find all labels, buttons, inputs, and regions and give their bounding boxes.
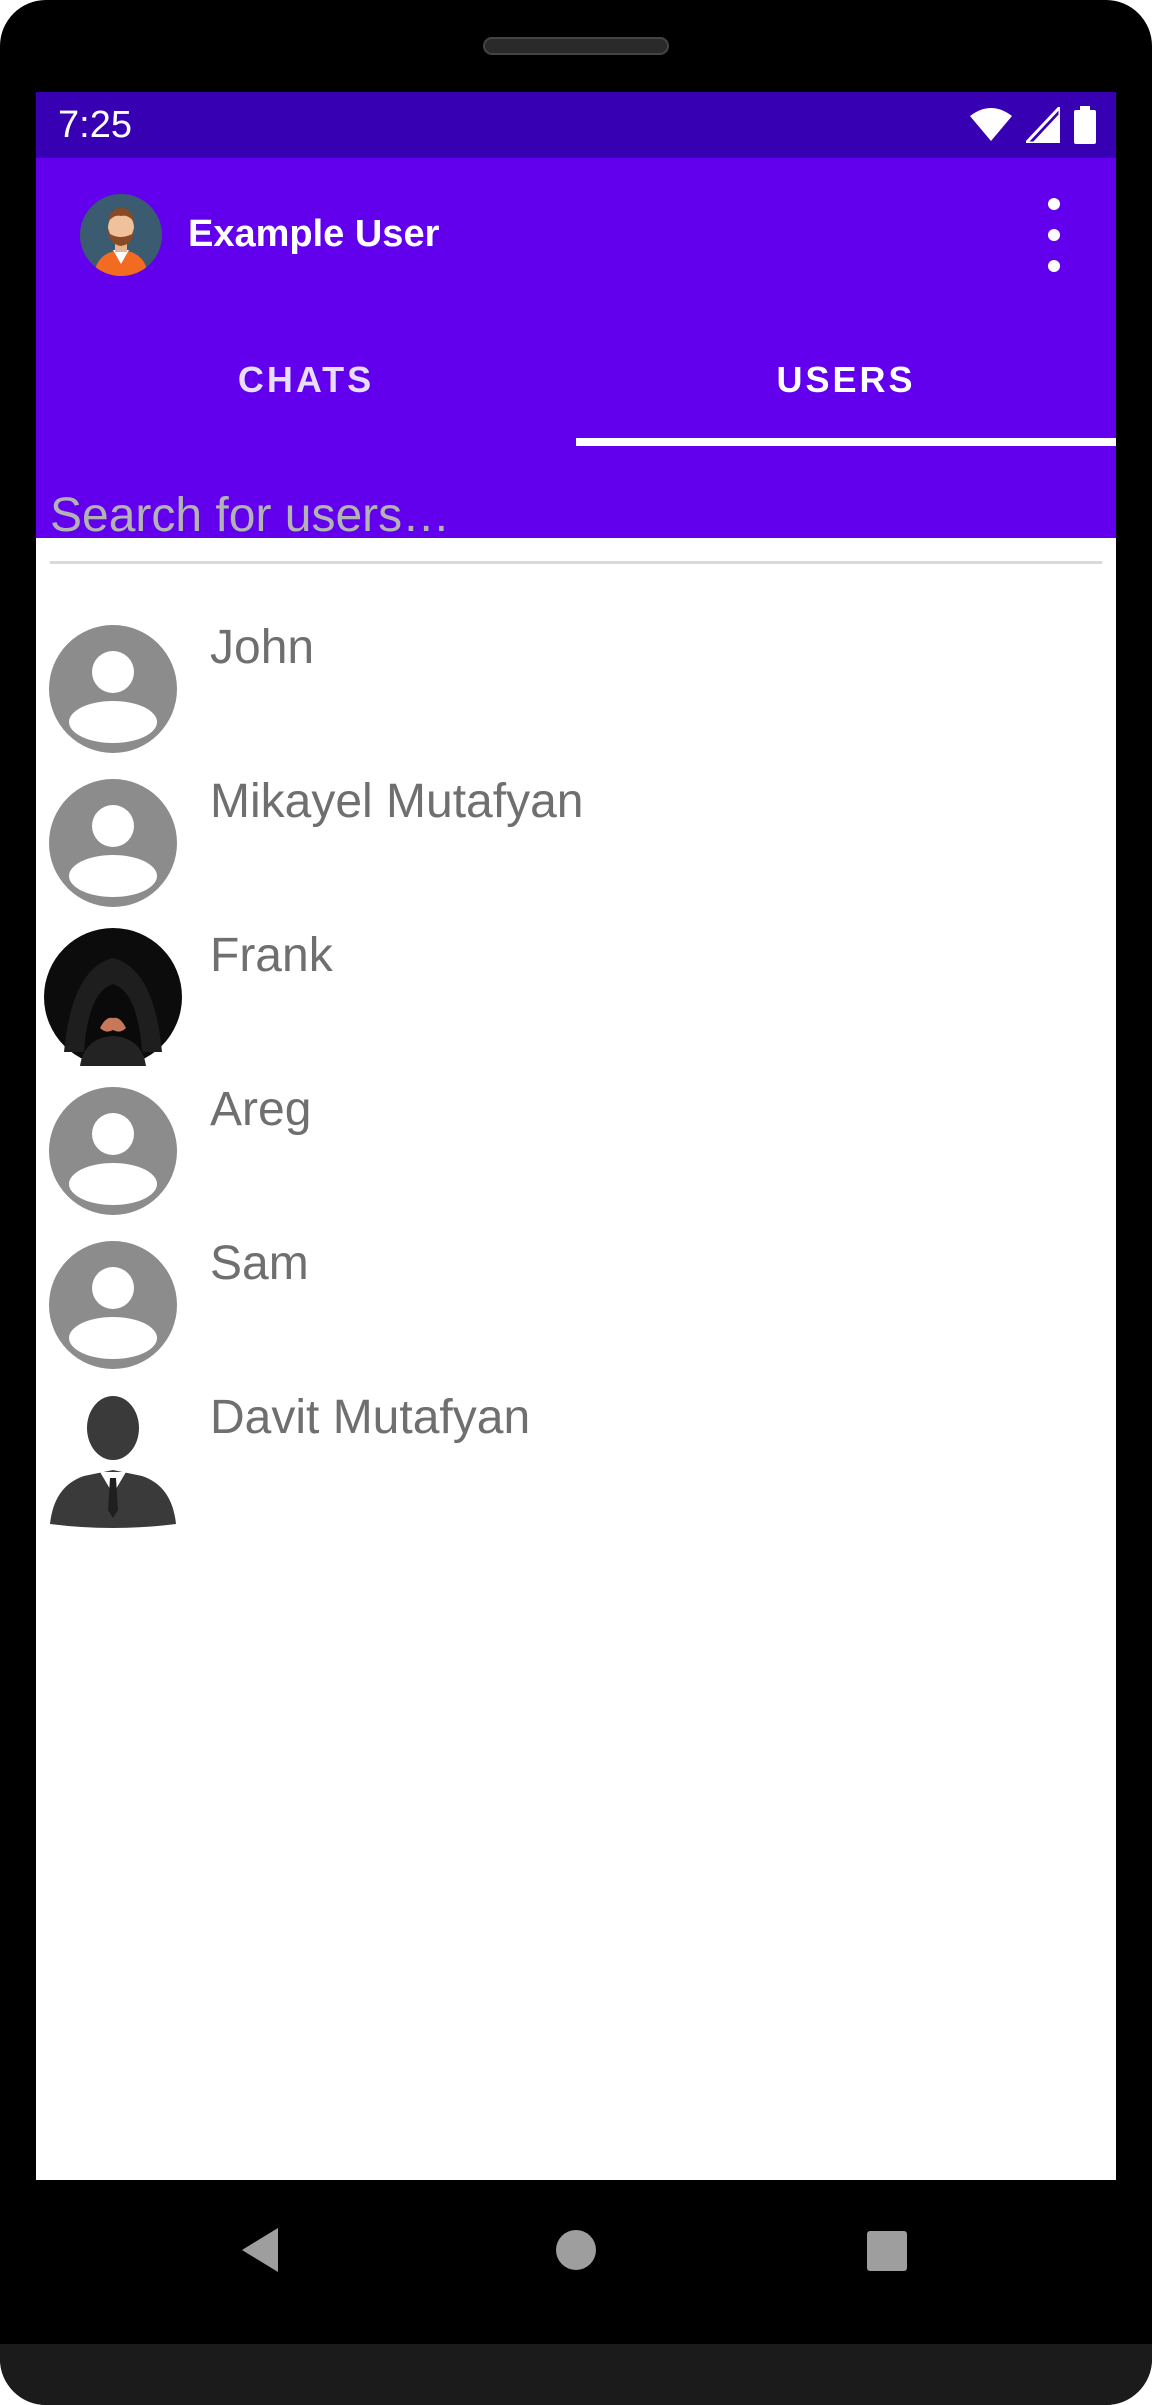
- cell-signal-icon: [1026, 107, 1060, 143]
- default-avatar-icon: [49, 779, 177, 907]
- system-nav-bar: [0, 2180, 1152, 2344]
- status-bar: 7:25: [36, 92, 1116, 158]
- app-bar: Example User CHATS USERS: [36, 158, 1116, 538]
- recents-square-icon[interactable]: [866, 2230, 908, 2272]
- list-item[interactable]: Davit Mutafyan: [36, 1382, 1116, 1536]
- home-circle-icon[interactable]: [554, 2228, 598, 2272]
- default-avatar-icon: [49, 1241, 177, 1369]
- more-vert-icon[interactable]: [1042, 198, 1066, 272]
- list-item[interactable]: John: [36, 612, 1116, 766]
- user-name: Davit Mutafyan: [210, 1391, 531, 1444]
- user-name: John: [210, 621, 315, 674]
- user-avatar-icon[interactable]: [80, 194, 162, 276]
- hooded-person-photo: [44, 928, 182, 1066]
- app-screen: 7:25 Example User CHATS USERS Search for…: [36, 92, 1116, 2180]
- list-item[interactable]: Frank: [36, 920, 1116, 1074]
- status-icons: [970, 106, 1096, 144]
- back-triangle-icon[interactable]: [238, 2226, 282, 2274]
- menu-dot: [1048, 198, 1060, 210]
- search-input[interactable]: [50, 482, 1102, 564]
- menu-dot: [1048, 229, 1060, 241]
- businessman-silhouette-icon: [50, 1396, 176, 1528]
- tab-users[interactable]: USERS: [576, 318, 1116, 442]
- app-title: Example User: [188, 213, 440, 255]
- wifi-icon: [970, 108, 1012, 141]
- user-name: Sam: [210, 1237, 309, 1290]
- default-avatar-icon: [49, 1087, 177, 1215]
- status-time: 7:25: [58, 104, 132, 146]
- list-item[interactable]: Areg: [36, 1074, 1116, 1228]
- earpiece-speaker: [483, 37, 669, 55]
- menu-dot: [1048, 260, 1060, 272]
- device-bottom-edge: [0, 2344, 1152, 2405]
- user-name: Mikayel Mutafyan: [210, 775, 584, 828]
- user-name: Areg: [210, 1083, 312, 1136]
- phone-frame: 7:25 Example User CHATS USERS Search for…: [0, 0, 1152, 2405]
- list-item[interactable]: Sam: [36, 1228, 1116, 1382]
- user-name: Frank: [210, 929, 333, 982]
- tab-indicator: [576, 438, 1116, 446]
- list-item[interactable]: Mikayel Mutafyan: [36, 766, 1116, 920]
- tab-chats[interactable]: CHATS: [36, 318, 576, 442]
- default-avatar-icon: [49, 625, 177, 753]
- battery-icon: [1074, 106, 1096, 144]
